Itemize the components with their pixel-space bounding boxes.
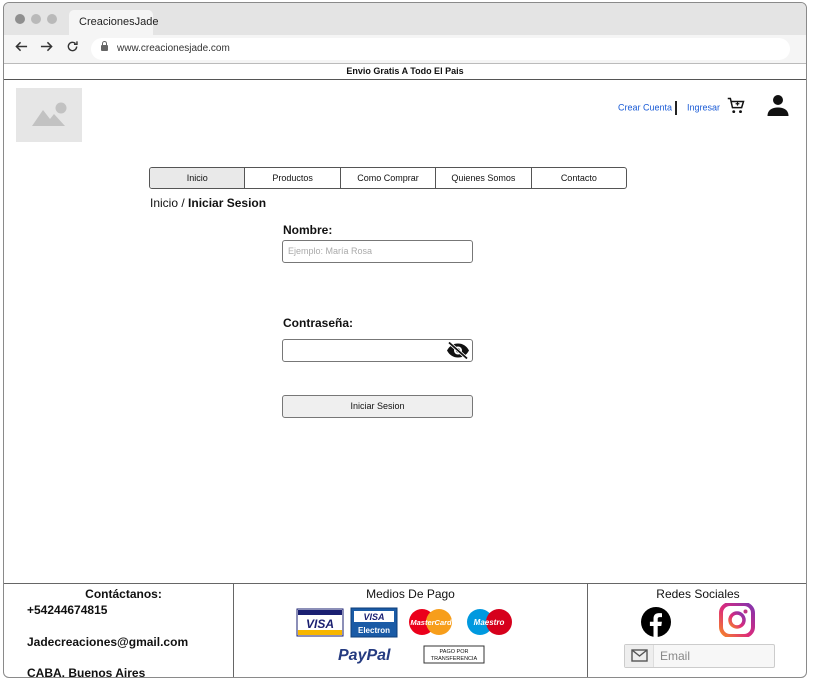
newsletter-email-input[interactable]: Email [624, 644, 775, 668]
footer-social-section: Redes Sociales Email [588, 584, 806, 677]
browser-tab[interactable]: CreacionesJade [69, 10, 159, 35]
image-placeholder-icon [32, 102, 67, 126]
minimize-window-button[interactable] [31, 14, 41, 24]
reload-icon[interactable] [66, 40, 79, 57]
mastercard-text: MasterCard [410, 618, 452, 627]
breadcrumb-separator: / [181, 196, 185, 210]
instagram-icon[interactable] [719, 602, 755, 642]
main-menu: Inicio Productos Como Comprar Quienes So… [149, 167, 627, 189]
transfer-text-1: PAGO POR [440, 649, 469, 655]
logo-placeholder-image[interactable] [16, 88, 82, 142]
browser-window: CreacionesJade www.creacionesjade.com En… [3, 2, 807, 678]
promo-banner: Envio Gratis A Todo El Pais [4, 63, 806, 80]
social-title: Redes Sociales [656, 587, 740, 601]
footer: Contáctanos: +54244674815 Jadecreaciones… [4, 583, 806, 678]
url-text: www.creacionesjade.com [117, 43, 230, 54]
mastercard-logo: MasterCard [409, 609, 452, 635]
login-submit-button[interactable]: Iniciar Sesion [282, 395, 473, 418]
title-bar: CreacionesJade [4, 3, 806, 35]
password-label: Contraseña: [283, 316, 354, 330]
menu-item-inicio[interactable]: Inicio [150, 168, 246, 188]
menu-item-contacto[interactable]: Contacto [532, 168, 626, 188]
menu-item-como-comprar[interactable]: Como Comprar [341, 168, 437, 188]
back-arrow-icon[interactable] [15, 40, 28, 57]
maximize-window-button[interactable] [47, 14, 57, 24]
footer-payment-section: Medios De Pago VISA VISA Electron Master… [234, 584, 588, 677]
transfer-text-2: TRANSFERENCIA [431, 656, 478, 662]
account-links: Crear Cuenta Ingresar [618, 101, 720, 115]
visa-logo: VISA [296, 608, 344, 637]
user-icon[interactable] [766, 93, 790, 122]
maestro-text: Maestro [474, 618, 505, 627]
lock-icon [101, 41, 108, 51]
hide-password-icon[interactable] [446, 341, 470, 368]
footer-contact-section: Contáctanos: +54244674815 Jadecreaciones… [4, 584, 234, 678]
forward-arrow-icon[interactable] [40, 40, 53, 57]
name-input[interactable]: Ejemplo: María Rosa [282, 240, 473, 263]
visa-electron-bottom-text: Electron [358, 626, 390, 635]
visa-text: VISA [306, 617, 334, 631]
payment-title: Medios De Pago [366, 587, 455, 601]
paypal-logo: PayPal [338, 647, 391, 664]
newsletter-email-placeholder: Email [660, 649, 691, 663]
breadcrumb-current: Iniciar Sesion [188, 196, 267, 210]
contact-location: CABA, Buenos Aires [27, 666, 146, 678]
cart-icon[interactable] [727, 97, 745, 120]
menu-item-productos[interactable]: Productos [245, 168, 341, 188]
link-divider [675, 101, 678, 115]
name-label: Nombre: [283, 223, 333, 237]
breadcrumb: Inicio / Iniciar Sesion [150, 196, 266, 210]
facebook-icon[interactable] [640, 606, 672, 643]
visa-electron-logo: VISA Electron [350, 607, 398, 638]
contact-phone: +54244674815 [27, 603, 108, 617]
close-window-button[interactable] [15, 14, 25, 24]
password-input[interactable] [282, 339, 473, 362]
visa-electron-top-text: VISA [363, 612, 384, 622]
bank-transfer-logo: PAGO POR TRANSFERENCIA [423, 645, 485, 664]
maestro-logo: Maestro [467, 609, 512, 635]
browser-nav-bar: www.creacionesjade.com [4, 35, 806, 63]
paypal-text: PayPal [338, 647, 391, 664]
address-bar[interactable]: www.creacionesjade.com [91, 38, 790, 60]
breadcrumb-home[interactable]: Inicio [150, 196, 178, 210]
contact-email[interactable]: Jadecreaciones@gmail.com [27, 635, 188, 649]
login-link[interactable]: Ingresar [687, 102, 720, 112]
menu-item-quienes-somos[interactable]: Quienes Somos [436, 168, 532, 188]
mail-icon [625, 645, 654, 667]
payment-logos: VISA VISA Electron MasterCard Maestro Pa… [296, 607, 512, 664]
create-account-link[interactable]: Crear Cuenta [618, 102, 672, 112]
contact-title: Contáctanos: [85, 587, 162, 601]
